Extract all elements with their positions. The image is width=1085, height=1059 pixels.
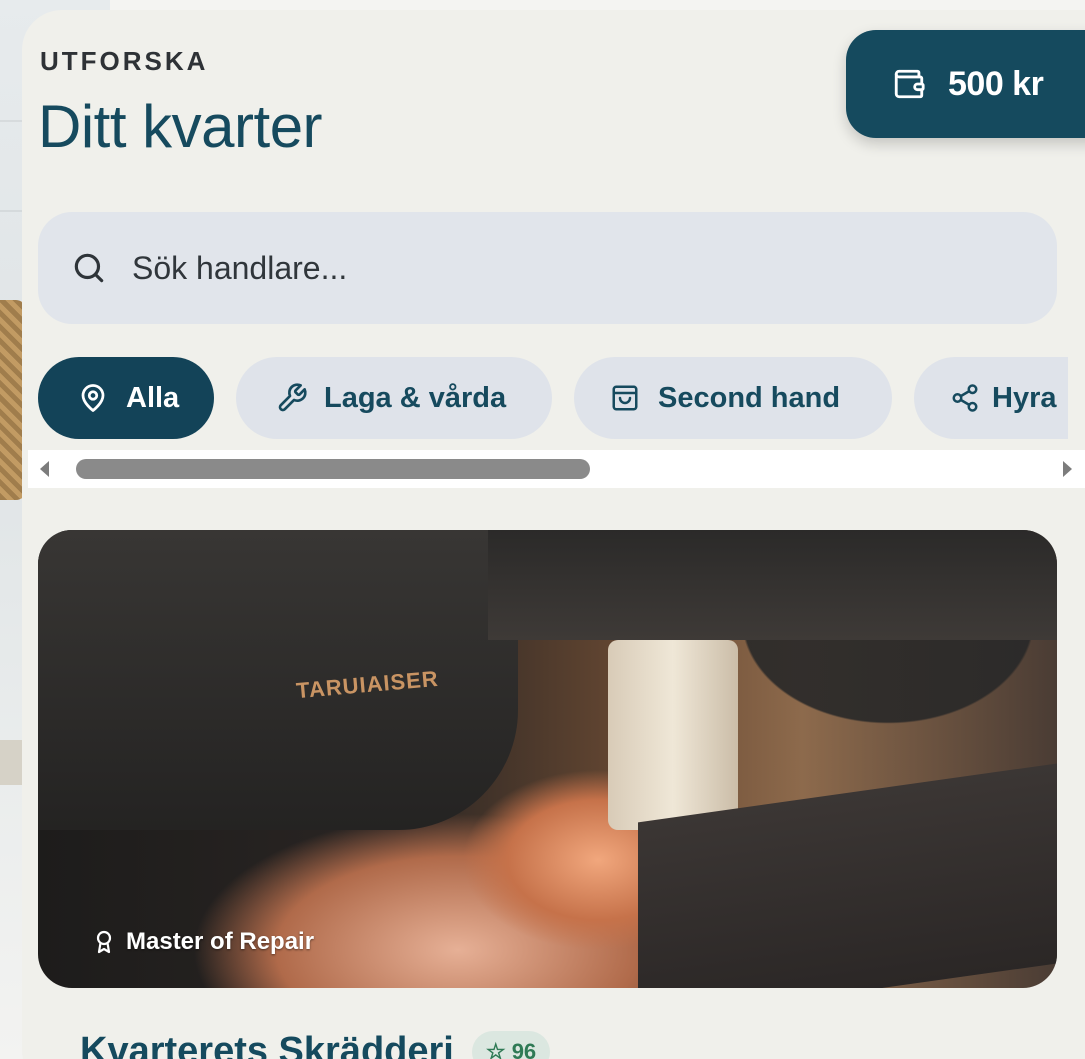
wrench-icon bbox=[278, 383, 307, 412]
sewing-machine-body bbox=[38, 530, 518, 830]
scroll-left-arrow-icon[interactable] bbox=[40, 461, 49, 477]
shopping-bag-icon bbox=[612, 385, 638, 411]
repair-badge: Master of Repair bbox=[92, 928, 314, 956]
category-chip-hyra[interactable]: Hyra bbox=[914, 357, 1068, 439]
shop-name: Kvarterets Skrädderi bbox=[80, 1030, 454, 1059]
app-screen: UTFORSKA Ditt kvarter 500 kr Sök handlar… bbox=[22, 10, 1085, 1059]
page-title: Ditt kvarter bbox=[38, 93, 323, 160]
scrollbar-thumb[interactable] bbox=[76, 459, 590, 479]
scroll-right-arrow-icon[interactable] bbox=[1063, 461, 1072, 477]
featured-shop-image[interactable]: TARUIAISER Master of Repair bbox=[38, 530, 1057, 988]
wallet-icon bbox=[894, 69, 925, 99]
shop-rating-badge: ☆ 96 bbox=[471, 1030, 551, 1059]
share-icon bbox=[952, 384, 978, 412]
map-pin-icon bbox=[81, 384, 105, 412]
category-chip-label: Second hand bbox=[658, 381, 841, 414]
category-chip-label: Alla bbox=[126, 381, 180, 414]
category-chip-label: Laga & vårda bbox=[324, 381, 507, 414]
category-chip-laga-varda[interactable]: Laga & vårda bbox=[236, 357, 552, 439]
wallet-button[interactable]: 500 kr bbox=[846, 30, 1085, 138]
thread-spool bbox=[608, 640, 738, 830]
repair-badge-label: Master of Repair bbox=[126, 928, 315, 955]
category-chip-second-hand[interactable]: Second hand bbox=[574, 357, 892, 439]
category-chip-alla[interactable]: Alla bbox=[38, 357, 214, 439]
wallet-balance: 500 kr bbox=[948, 64, 1044, 103]
featured-shop-info[interactable]: Kvarterets Skrädderi ☆ 96 bbox=[80, 1030, 551, 1059]
page-eyebrow: UTFORSKA bbox=[40, 46, 209, 76]
category-filter-bar: Alla Laga & vårda Second hand Hyra bbox=[38, 357, 1068, 441]
category-chip-label: Hyra bbox=[992, 381, 1057, 414]
search-input[interactable]: Sök handlare... bbox=[38, 212, 1057, 324]
search-icon bbox=[74, 253, 104, 283]
award-icon bbox=[96, 930, 112, 954]
horizontal-scrollbar[interactable] bbox=[28, 450, 1085, 488]
sewing-machine-arm bbox=[488, 530, 1057, 640]
search-placeholder: Sök handlare... bbox=[132, 249, 348, 286]
